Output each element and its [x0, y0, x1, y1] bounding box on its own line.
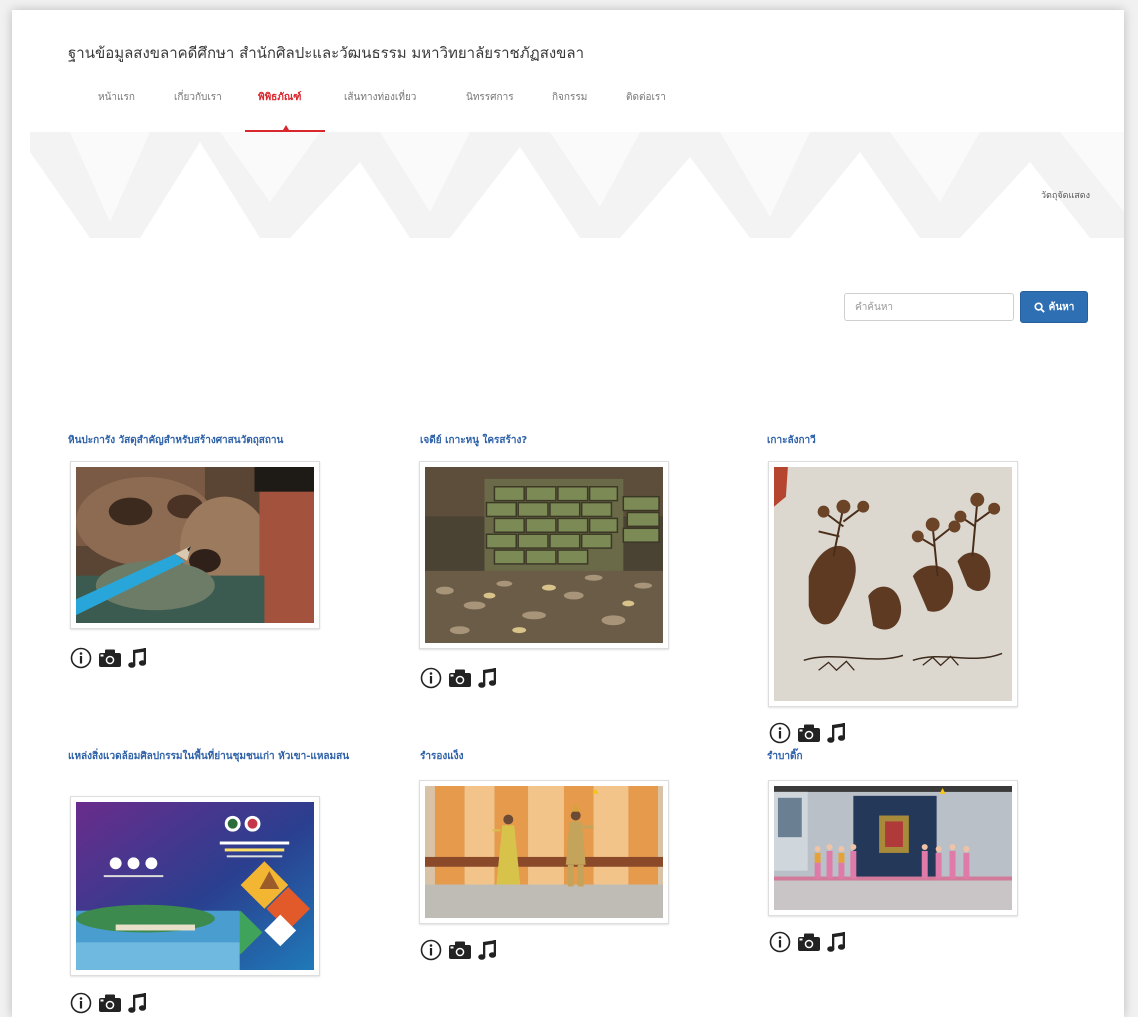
nav-item-home[interactable]: หน้าแรก	[98, 90, 135, 105]
info-icon[interactable]	[70, 992, 92, 1014]
card-actions-art-environment	[70, 992, 148, 1014]
camera-icon[interactable]	[448, 667, 472, 689]
music-note-icon[interactable]	[128, 992, 148, 1014]
music-note-icon[interactable]	[827, 931, 847, 953]
card-title-langkawi[interactable]: เกาะลังกาวี	[767, 432, 1067, 449]
camera-icon[interactable]	[448, 939, 472, 961]
brick-pagoda-photo	[425, 467, 663, 643]
card-actions-rong-ngeng-dance	[420, 939, 498, 961]
card-image-koh-nu-pagoda[interactable]	[419, 461, 669, 649]
card-title-art-environment[interactable]: แหล่งสิ่งแวดล้อมศิลปกรรมในพื้นที่ย่านชุม…	[68, 748, 398, 765]
camera-icon[interactable]	[98, 647, 122, 669]
card-title-coral-stone[interactable]: หินปะการัง วัสดุสำคัญสำหรับสร้างศาสนวัตถ…	[68, 432, 368, 449]
nav-item-contact[interactable]: ติดต่อเรา	[626, 90, 666, 105]
card-title-badik-dance[interactable]: รำบาดิ๊ก	[767, 748, 1067, 765]
info-icon[interactable]	[70, 647, 92, 669]
banner-label: วัตถุจัดแสดง	[1041, 191, 1090, 201]
card-actions-coral-stone	[70, 647, 148, 669]
music-note-icon[interactable]	[478, 667, 498, 689]
card-image-art-environment[interactable]	[70, 796, 320, 976]
search-button[interactable]: ค้นหา	[1020, 291, 1088, 323]
card-image-badik-dance[interactable]	[768, 780, 1018, 916]
card-actions-langkawi	[769, 722, 847, 744]
search-input[interactable]	[844, 293, 1014, 321]
camera-icon[interactable]	[797, 931, 821, 953]
langkawi-map-drawing	[774, 467, 1012, 701]
book-cover-image	[76, 802, 314, 970]
info-icon[interactable]	[420, 667, 442, 689]
page-banner: วัตถุจัดแสดง	[30, 132, 1124, 238]
nav-item-about[interactable]: เกี่ยวกับเรา	[174, 90, 222, 105]
page-container: ฐานข้อมูลสงขลาคดีศึกษา สำนักศิลปะและวัฒน…	[12, 10, 1124, 1017]
card-image-rong-ngeng-dance[interactable]	[419, 780, 669, 924]
card-title-rong-ngeng-dance[interactable]: รำรองแง็ง	[420, 748, 720, 765]
search-button-label: ค้นหา	[1048, 301, 1075, 313]
nav-item-museum[interactable]: พิพิธภัณฑ์	[258, 90, 301, 105]
banner-triangle-pattern	[30, 132, 1124, 238]
card-title-koh-nu-pagoda[interactable]: เจดีย์ เกาะหนู ใครสร้าง?	[420, 432, 720, 449]
card-actions-koh-nu-pagoda	[420, 667, 498, 689]
camera-icon[interactable]	[797, 722, 821, 744]
coral-stone-photo	[76, 467, 314, 623]
site-title[interactable]: ฐานข้อมูลสงขลาคดีศึกษา สำนักศิลปะและวัฒน…	[68, 41, 584, 65]
group-dance-photo	[774, 786, 1012, 910]
info-icon[interactable]	[420, 939, 442, 961]
info-icon[interactable]	[769, 931, 791, 953]
music-note-icon[interactable]	[128, 647, 148, 669]
card-image-coral-stone[interactable]	[70, 461, 320, 629]
music-note-icon[interactable]	[827, 722, 847, 744]
nav-item-tourist-routes[interactable]: เส้นทางท่องเที่ยว	[344, 90, 416, 105]
card-actions-badik-dance	[769, 931, 847, 953]
search-icon	[1034, 301, 1045, 313]
music-note-icon[interactable]	[478, 939, 498, 961]
dance-performance-photo	[425, 786, 663, 918]
card-image-langkawi[interactable]	[768, 461, 1018, 707]
camera-icon[interactable]	[98, 992, 122, 1014]
nav-item-exhibitions[interactable]: นิทรรศการ	[466, 90, 514, 105]
info-icon[interactable]	[769, 722, 791, 744]
nav-item-activities[interactable]: กิจกรรม	[552, 90, 587, 105]
